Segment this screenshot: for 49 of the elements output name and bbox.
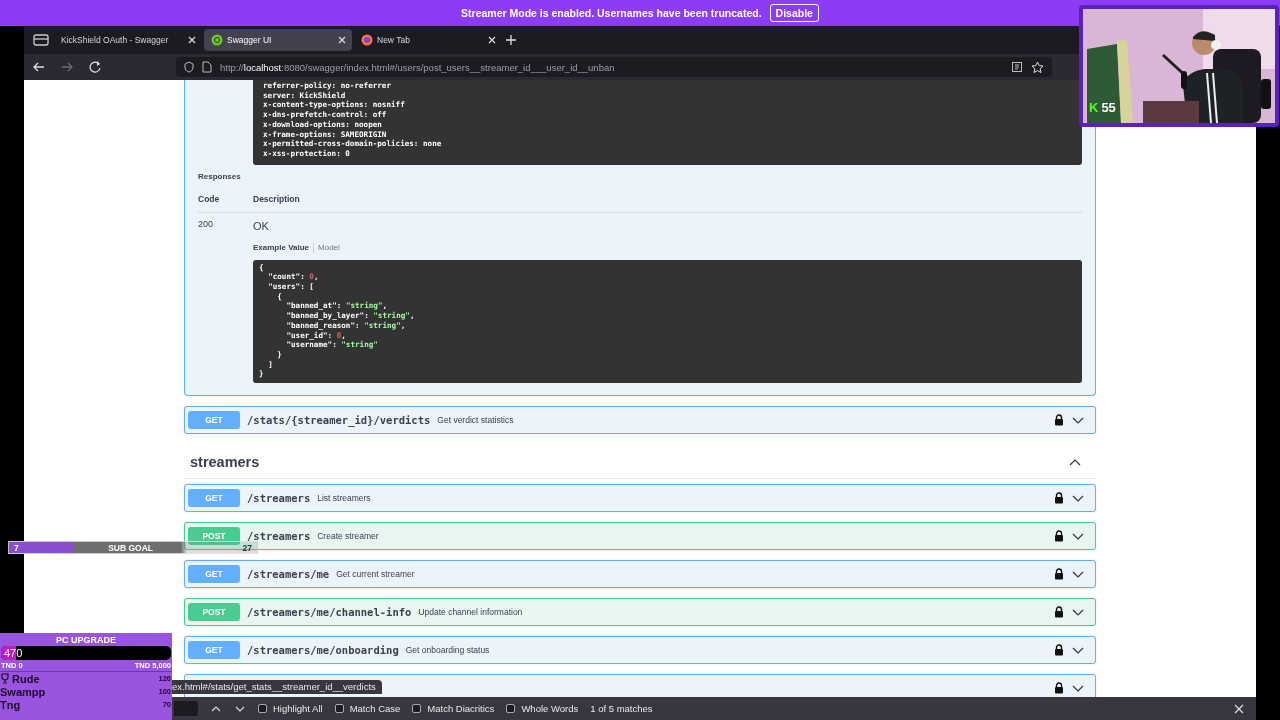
endpoint-path: /streamers/me	[247, 568, 330, 581]
method-badge: GET	[188, 411, 240, 430]
endpoint-row[interactable]: GET /streamers/me Get current streamer	[184, 560, 1096, 589]
endpoint-path: /streamers/me/onboarding	[247, 644, 399, 657]
endpoint-path: /streamers	[247, 492, 311, 505]
checkbox-label[interactable]: Whole Words	[521, 703, 579, 714]
disable-button[interactable]: Disable	[769, 4, 819, 22]
checkbox-label[interactable]: Highlight All	[273, 703, 323, 714]
goal-title: PC UPGRADE	[55, 634, 117, 646]
browser-tab[interactable]: New Tab	[354, 29, 502, 51]
endpoint-row[interactable]: GET /streamers/me/onboarding Get onboarding status	[184, 636, 1096, 665]
section-title[interactable]: streamers	[190, 454, 260, 471]
match-count: 1 of 5 matches	[590, 703, 653, 714]
response-description: OK	[253, 219, 270, 232]
endpoint-summary: Create streamer	[317, 531, 380, 542]
endpoint-summary: Get verdict statistics	[437, 415, 515, 426]
banner-message: Streamer Mode is enabled. Usernames have been truncated.	[461, 7, 762, 19]
endpoint-summary: Get onboarding status	[405, 645, 491, 656]
endpoint-path: /stats/{streamer_id}/verdicts	[247, 414, 431, 427]
method-badge: GET	[188, 565, 240, 584]
leader-name: Tng	[0, 698, 21, 711]
link-status-tooltip: ex.html#/stats/get_stats__streamer_id__verdicts	[170, 680, 382, 694]
goal-current: 7	[14, 542, 19, 553]
column-header: Description	[253, 193, 300, 204]
endpoint-summary: List streamers	[317, 493, 372, 504]
section-label: Responses	[198, 171, 242, 181]
method-badge: GET	[188, 489, 240, 508]
endpoint-summary: Update channel information	[418, 607, 524, 618]
browser-tab[interactable]: KickShield OAuth - Swagger	[54, 29, 202, 51]
goal-label: SUB GOAL	[108, 542, 154, 553]
example-tab[interactable]: Example Value	[253, 243, 310, 253]
viewer-count: 55	[1101, 100, 1116, 115]
endpoint-path: /streamers/me/channel-info	[247, 606, 412, 619]
method-badge: GET	[188, 641, 240, 660]
browser-tab[interactable]: Swagger UI	[204, 29, 352, 51]
example-tab[interactable]: Model	[318, 243, 340, 253]
status-code: 200	[198, 218, 215, 231]
column-header: Code	[198, 193, 221, 204]
endpoint-row[interactable]: POST /streamers/me/channel-info Update channel information	[184, 598, 1096, 627]
method-badge: POST	[188, 603, 240, 622]
channel-logo-letter: K	[1089, 100, 1099, 115]
endpoint-path: /streamers	[247, 530, 311, 543]
endpoint-row[interactable]: GET /streamers List streamers	[184, 484, 1096, 513]
endpoint-row[interactable]: GET /stats/{streamer_id}/verdicts Get verdict statistics	[184, 406, 1096, 435]
leader-name: Rude	[12, 672, 40, 685]
checkbox-label[interactable]: Match Case	[349, 703, 401, 714]
checkbox-label[interactable]: Match Diacritics	[427, 703, 495, 714]
leader-name: Swampp	[0, 685, 46, 698]
endpoint-summary: Get current streamer	[336, 569, 416, 580]
